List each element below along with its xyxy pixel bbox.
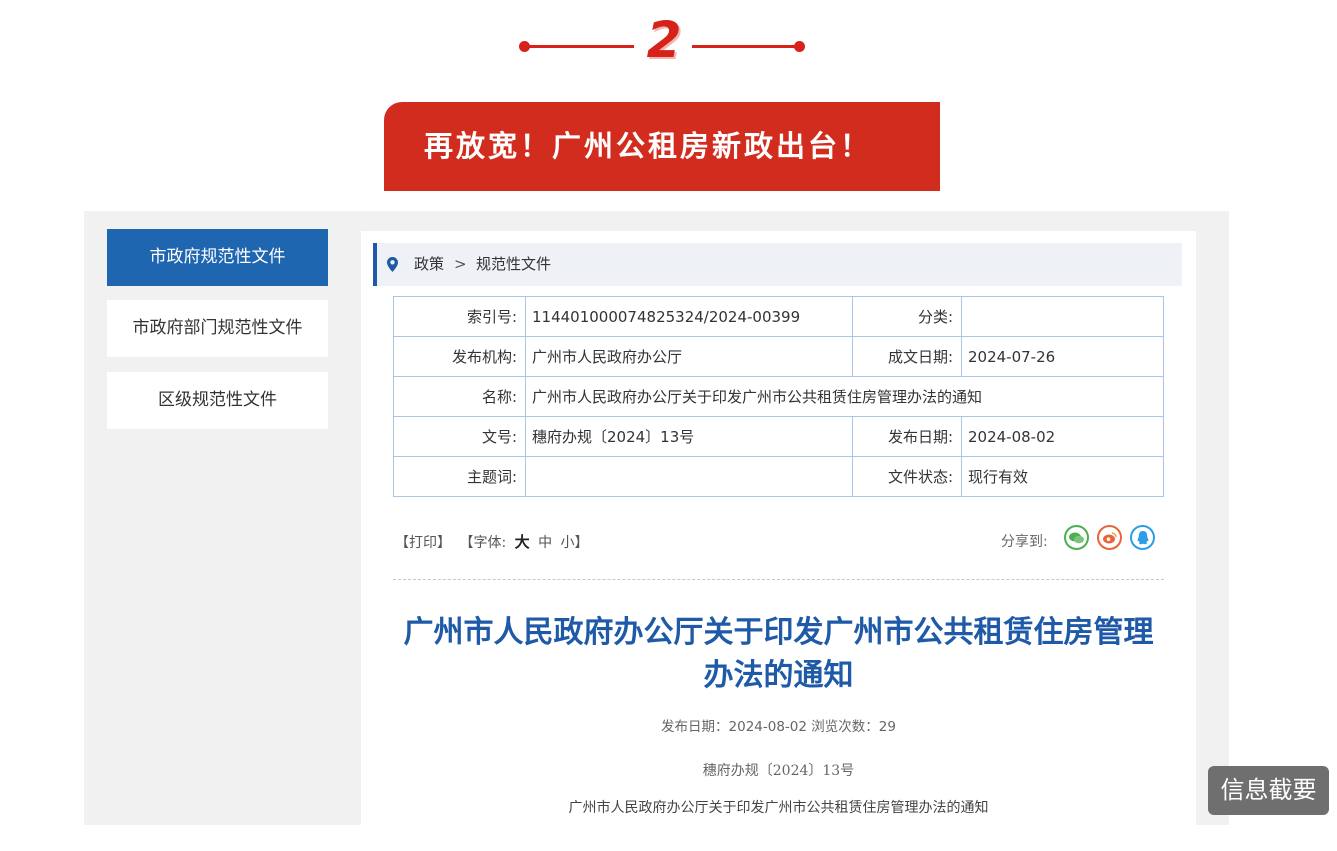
wechat-icon[interactable] [1064, 525, 1089, 550]
article-title: 广州市人民政府办公厅关于印发广州市公共租赁住房管理 办法的通知 [391, 611, 1166, 697]
divider-line-right [692, 45, 800, 48]
print-link[interactable]: 【打印】 [395, 535, 451, 551]
issuer-label: 发布机构: [393, 336, 526, 377]
breadcrumb: 政策 > 规范性文件 [373, 243, 1182, 286]
index-value: 114401000074825324/2024-00399 [525, 296, 853, 337]
document-tools: 【打印】 【字体: 大 中 小】 [395, 531, 593, 552]
document-panel: 政策 > 规范性文件 索引号: 114401000074825324/2024-… [361, 231, 1196, 825]
issuer-value: 广州市人民政府办公厅 [525, 336, 853, 377]
category-value [961, 296, 1164, 337]
article-info: 发布日期：2024-08-02 浏览次数：29 [661, 719, 896, 735]
article-title-line-2: 办法的通知 [703, 658, 854, 693]
divider-dot-right [794, 41, 805, 52]
qq-icon[interactable] [1130, 525, 1155, 550]
font-large-link[interactable]: 大 [515, 533, 530, 551]
article-title-line-1: 广州市人民政府办公厅关于印发广州市公共租赁住房管理 [403, 615, 1154, 650]
location-pin-icon [387, 243, 398, 286]
written-date-label: 成文日期: [852, 336, 962, 377]
weibo-icon[interactable] [1097, 525, 1122, 550]
status-label: 文件状态: [852, 456, 962, 497]
section-number: 2 [646, 11, 682, 69]
sidebar-item-district-docs[interactable]: 区级规范性文件 [107, 372, 328, 429]
publish-date-value: 2024-08-02 [961, 416, 1164, 457]
doc-number-label: 文号: [393, 416, 526, 457]
keywords-label: 主题词: [393, 456, 526, 497]
document-meta-table: 索引号: 114401000074825324/2024-00399 分类: 发… [393, 296, 1164, 497]
website-screenshot: 市政府规范性文件 市政府部门规范性文件 区级规范性文件 政策 > 规范性文件 索… [84, 211, 1229, 825]
article-body-title: 广州市人民政府办公厅关于印发广州市公共租赁住房管理办法的通知 [568, 800, 989, 816]
category-label: 分类: [852, 296, 962, 337]
font-medium-link[interactable]: 中 [538, 535, 552, 551]
breadcrumb-normative-docs[interactable]: 规范性文件 [476, 243, 551, 286]
summary-badge: 信息截要 [1208, 766, 1329, 815]
written-date-value: 2024-07-26 [961, 336, 1164, 377]
doc-number-value: 穗府办规〔2024〕13号 [525, 416, 853, 457]
name-value: 广州市人民政府办公厅关于印发广州市公共租赁住房管理办法的通知 [525, 376, 1164, 417]
headline-banner: 再放宽！广州公租房新政出台！ [384, 102, 940, 191]
publish-date-label: 发布日期: [852, 416, 962, 457]
font-size-prefix: 【字体: [459, 535, 507, 551]
share-label: 分享到: [1001, 534, 1048, 550]
font-small-link[interactable]: 小】 [561, 535, 589, 551]
sidebar-item-dept-docs[interactable]: 市政府部门规范性文件 [107, 300, 328, 357]
sidebar-item-city-gov-docs[interactable]: 市政府规范性文件 [107, 229, 328, 286]
article-doc-number: 穗府办规〔2024〕13号 [702, 763, 855, 779]
section-divider: 2 [0, 8, 1337, 69]
divider-line-left [524, 45, 634, 48]
keywords-value [525, 456, 853, 497]
breadcrumb-policy[interactable]: 政策 [414, 243, 444, 286]
name-label: 名称: [393, 376, 526, 417]
chevron-right-icon: > [454, 255, 467, 273]
status-value: 现行有效 [961, 456, 1164, 497]
dashed-divider [393, 579, 1164, 580]
index-label: 索引号: [393, 296, 526, 337]
